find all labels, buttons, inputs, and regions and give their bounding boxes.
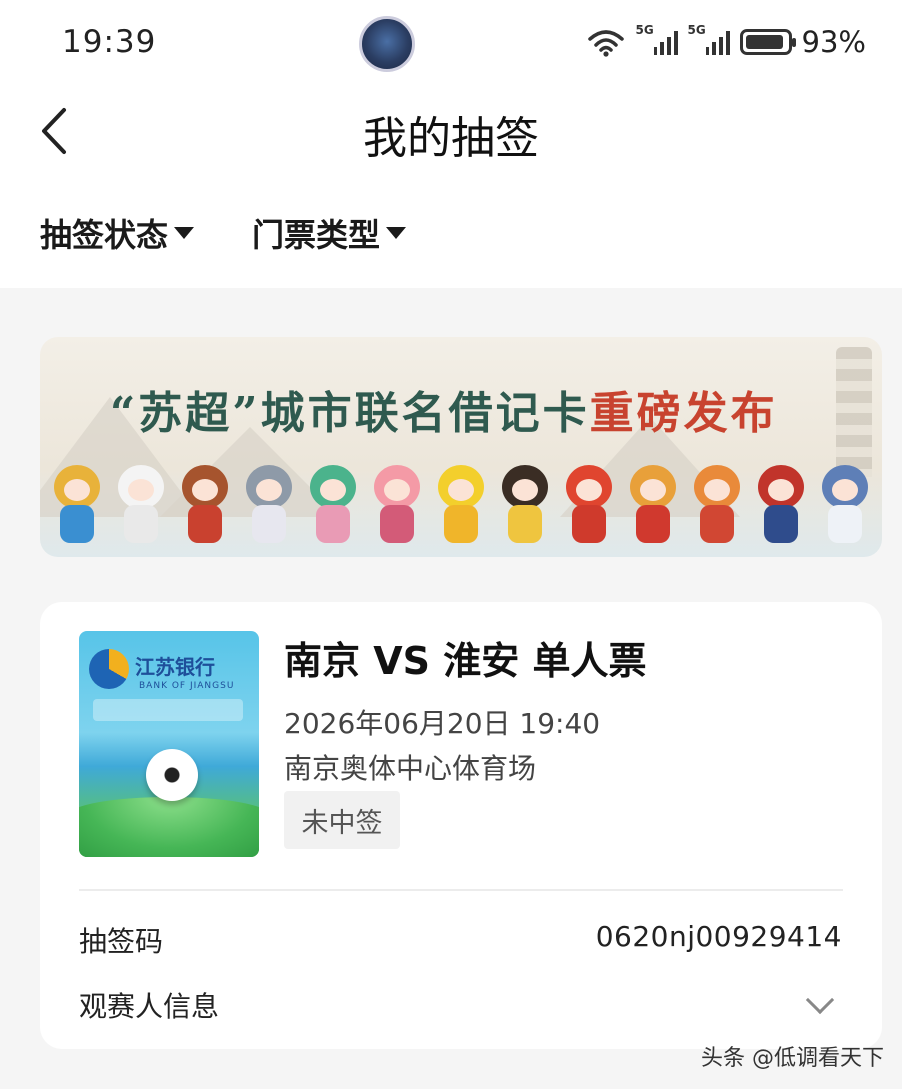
filter-label: 抽签状态 (40, 216, 169, 254)
chevron-down-icon[interactable] (805, 985, 835, 1015)
draw-code-label: 抽签码 (79, 925, 164, 958)
draw-code-value: 0620nj00929414 (595, 920, 842, 953)
banner-title-highlight: 重磅发布 (589, 388, 778, 439)
page-title: 我的抽签 (363, 113, 539, 164)
match-title: 南京 VS 淮安 单人票 (284, 639, 647, 683)
status-icons: 5G 5G 93% (586, 22, 866, 62)
draw-result-badge: 未中签 (284, 791, 400, 849)
wifi-icon (587, 30, 624, 57)
mascot-figure (244, 465, 294, 551)
status-bar: 19:39 5G 5G 93% (0, 0, 902, 88)
caret-down-icon (386, 227, 407, 239)
notification-app-icon (359, 16, 415, 72)
card-divider (79, 889, 843, 891)
mascot-group (52, 451, 870, 551)
bank-logo-icon (89, 649, 129, 689)
cellular-signal-1-icon: 5G (636, 23, 678, 55)
thumbnail-brand-en: BANK OF JIANGSU (139, 681, 235, 691)
soccer-ball-icon (146, 749, 198, 801)
mascot-figure (820, 465, 870, 551)
mascot-figure (628, 465, 678, 551)
filter-draw-status[interactable]: 抽签状态 (40, 210, 195, 256)
mascot-figure (500, 465, 550, 551)
mascot-figure (692, 465, 742, 551)
ticket-card[interactable]: 江苏银行 BANK OF JIANGSU 南京 VS 淮安 单人票 2026年0… (40, 602, 882, 1049)
mascot-figure (116, 465, 166, 551)
network-type-label: 5G (635, 23, 654, 37)
page-header: 我的抽签 抽签状态 门票类型 (0, 88, 902, 288)
mascot-figure (372, 465, 422, 551)
league-logo-strip (93, 699, 243, 721)
mascot-figure (180, 465, 230, 551)
match-datetime: 2026年06月20日 19:40 (284, 707, 601, 740)
status-time: 19:39 (62, 24, 157, 60)
spectator-info-label[interactable]: 观赛人信息 (79, 985, 219, 1025)
battery-icon (739, 29, 796, 55)
mascot-figure (564, 465, 614, 551)
promo-banner[interactable]: “苏超”城市联名借记卡重磅发布 (40, 337, 882, 557)
match-venue: 南京奥体中心体育场 (284, 752, 537, 785)
battery-percent: 93% (801, 25, 866, 59)
mascot-figure (436, 465, 486, 551)
battery-level-fill (745, 35, 783, 49)
caret-down-icon (174, 227, 195, 239)
mascot-figure (308, 465, 358, 551)
cellular-signal-2-icon: 5G (688, 23, 730, 55)
ticket-thumbnail: 江苏银行 BANK OF JIANGSU (79, 631, 259, 857)
filter-ticket-type[interactable]: 门票类型 (252, 210, 407, 256)
source-watermark: 头条 @低调看天下 (701, 1046, 884, 1071)
mascot-figure (52, 465, 102, 551)
mascot-figure (756, 465, 806, 551)
banner-title-main: “苏超”城市联名借记卡 (110, 388, 590, 439)
filter-label: 门票类型 (252, 216, 381, 254)
thumbnail-brand: 江苏银行 (135, 655, 215, 679)
pitch-graphic (79, 797, 259, 857)
network-type-label: 5G (687, 23, 706, 37)
banner-title: “苏超”城市联名借记卡重磅发布 (110, 377, 778, 441)
